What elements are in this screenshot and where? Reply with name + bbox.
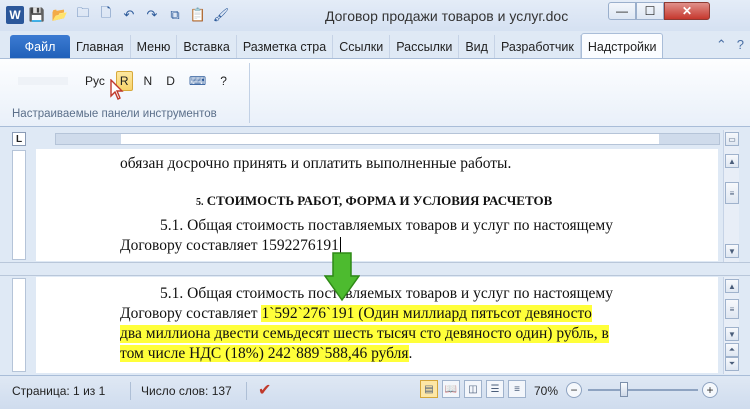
minimize-ribbon-icon[interactable]: ⌃	[716, 37, 727, 53]
paste-icon[interactable]: 📋	[188, 5, 208, 25]
tab-menu[interactable]: Меню	[131, 35, 178, 59]
new-icon[interactable]: 🗋	[96, 5, 116, 25]
window-title: Договор продажи товаров и услуг.doc	[325, 8, 569, 24]
tab-mailings[interactable]: Рассылки	[390, 35, 460, 59]
ruler-left-margin	[56, 134, 121, 144]
maximize-button[interactable]: ☐	[636, 2, 664, 20]
quick-access-toolbar: W 💾 📂 🗀 🗋 ↶ ↷ ⧉ 📋 🖌	[6, 5, 231, 25]
pane-separator	[0, 262, 750, 276]
document-pane-bottom[interactable]: 5.1. Общая стоимость поставляемых товаро…	[36, 277, 718, 373]
scroll-down-button[interactable]: ▼	[725, 244, 739, 258]
scroll-down-button[interactable]: ▼	[725, 327, 739, 341]
horizontal-ruler[interactable]	[55, 133, 720, 145]
ruler-row: L	[0, 127, 750, 149]
highlighted-sum-text: два миллиона двести семьдесят шесть тыся…	[120, 325, 609, 343]
custom-toolbars-group: Рус R N D ⌨ ? Настраиваемые панели инстр…	[6, 63, 250, 123]
zoom-out-button[interactable]: −	[566, 382, 582, 398]
scroll-thumb[interactable]: ≡	[725, 182, 739, 204]
ribbon-panel: Рус R N D ⌨ ? Настраиваемые панели инстр…	[0, 58, 750, 127]
help-icon[interactable]: ?	[737, 37, 744, 53]
heading-text: СТОИМОСТЬ РАБОТ, ФОРМА И УСЛОВИЯ РАСЧЕТО…	[206, 193, 553, 208]
rus-button[interactable]: Рус	[82, 72, 108, 90]
title-bar: W 💾 📂 🗀 🗋 ↶ ↷ ⧉ 📋 🖌 Договор продажи това…	[0, 0, 750, 31]
tab-page-layout[interactable]: Разметка стра	[237, 35, 334, 59]
full-screen-reading-icon[interactable]: 📖	[442, 380, 460, 398]
ruler-right-margin	[659, 134, 719, 144]
copy-icon[interactable]: ⧉	[165, 5, 185, 25]
doc-text-span: Договору составляет	[120, 305, 262, 322]
tab-view[interactable]: Вид	[459, 35, 495, 59]
blank-placeholder	[18, 77, 68, 85]
format-painter-icon[interactable]: 🖌	[211, 5, 231, 25]
mouse-cursor-icon	[110, 79, 124, 100]
scroll-up-button[interactable]: ▲	[725, 279, 739, 293]
word-count[interactable]: Число слов: 137	[141, 384, 232, 398]
scroll-up-button[interactable]: ▲	[725, 154, 739, 168]
draft-view-icon[interactable]: ≡	[508, 380, 526, 398]
page-count[interactable]: Страница: 1 из 1	[12, 384, 105, 398]
doc-text-line: обязан досрочно принять и оплатить выпол…	[120, 155, 512, 172]
status-bar: Страница: 1 из 1 Число слов: 137 ✔ ▤ 📖 ◫…	[0, 375, 750, 409]
ribbon-controls: ⌃ ?	[716, 37, 744, 53]
doc-text-span: .	[408, 345, 413, 362]
tab-home[interactable]: Главная	[70, 35, 131, 59]
open-folder-icon[interactable]: 🗀	[73, 5, 93, 25]
doc-text-line: 5.1. Общая стоимость поставляемых товаро…	[160, 285, 613, 302]
doc-text-line: 5.1. Общая стоимость поставляемых товаро…	[160, 217, 613, 234]
tab-references[interactable]: Ссылки	[333, 35, 391, 59]
outline-view-icon[interactable]: ☰	[486, 380, 504, 398]
close-button[interactable]: ✕	[664, 2, 710, 20]
tab-developer[interactable]: Разработчик	[495, 35, 581, 59]
doc-text-line: Договору составляет 1592276191	[120, 237, 341, 255]
print-layout-view-icon[interactable]: ▤	[420, 380, 438, 398]
status-divider	[246, 382, 247, 400]
tab-file[interactable]: Файл	[10, 35, 70, 59]
help-button[interactable]: ?	[217, 72, 230, 90]
word-app-icon[interactable]: W	[6, 6, 24, 24]
down-arrow-icon	[324, 252, 360, 302]
vertical-scrollbar-top[interactable]: ▭ ▲ ≡ ▼	[723, 130, 739, 262]
vertical-ruler-bottom	[12, 278, 26, 372]
tab-insert[interactable]: Вставка	[177, 35, 237, 59]
ribbon-tabs: Файл Главная Меню Вставка Разметка стра …	[0, 31, 750, 59]
doc-text-line: Договору составляет 1`592`276`191 (Один …	[120, 305, 592, 323]
contract-sum-text: Договору составляет 1592276191	[120, 237, 339, 254]
open-icon[interactable]: 📂	[50, 5, 70, 25]
scroll-thumb[interactable]: ≡	[725, 299, 739, 319]
word-window: W 💾 📂 🗀 🗋 ↶ ↷ ⧉ 📋 🖌 Договор продажи това…	[0, 0, 750, 409]
heading-number: 5.	[196, 197, 204, 208]
zoom-slider-thumb[interactable]	[620, 382, 628, 397]
highlighted-sum-text: 1`592`276`191 (Один миллиард пятьсот дев…	[261, 305, 592, 322]
vertical-ruler-top	[12, 150, 26, 260]
tab-selector[interactable]: L	[12, 132, 26, 146]
previous-page-button[interactable]: ⏶	[725, 343, 739, 357]
section-heading: 5. СТОИМОСТЬ РАБОТ, ФОРМА И УСЛОВИЯ РАСЧ…	[196, 193, 552, 209]
status-divider	[130, 382, 131, 400]
redo-icon[interactable]: ↷	[142, 5, 162, 25]
zoom-slider-track[interactable]	[588, 389, 698, 391]
doc-text-line: том числе НДС (18%) 242`889`588,46 рубля…	[120, 345, 412, 363]
split-handle[interactable]: ▭	[725, 132, 739, 146]
highlighted-vat-text: том числе НДС (18%) 242`889`588,46 рубля	[120, 345, 409, 362]
next-page-button[interactable]: ⏷	[725, 357, 739, 371]
web-layout-icon[interactable]: ◫	[464, 380, 482, 398]
spellcheck-icon[interactable]: ✔	[258, 380, 271, 400]
d-button[interactable]: D	[163, 72, 178, 90]
group-label: Настраиваемые панели инструментов	[12, 108, 217, 120]
n-button[interactable]: N	[141, 72, 156, 90]
zoom-in-button[interactable]: +	[702, 382, 718, 398]
undo-icon[interactable]: ↶	[119, 5, 139, 25]
tab-addins[interactable]: Надстройки	[580, 33, 664, 59]
zoom-level[interactable]: 70%	[534, 384, 558, 398]
save-icon[interactable]: 💾	[27, 5, 47, 25]
minimize-button[interactable]: —	[608, 2, 636, 20]
document-pane-top[interactable]: обязан досрочно принять и оплатить выпол…	[36, 149, 718, 261]
keyboard-icon[interactable]: ⌨	[186, 72, 209, 90]
vertical-scrollbar-bottom[interactable]: ▲ ≡ ▼ ⏶ ⏷	[723, 277, 739, 374]
